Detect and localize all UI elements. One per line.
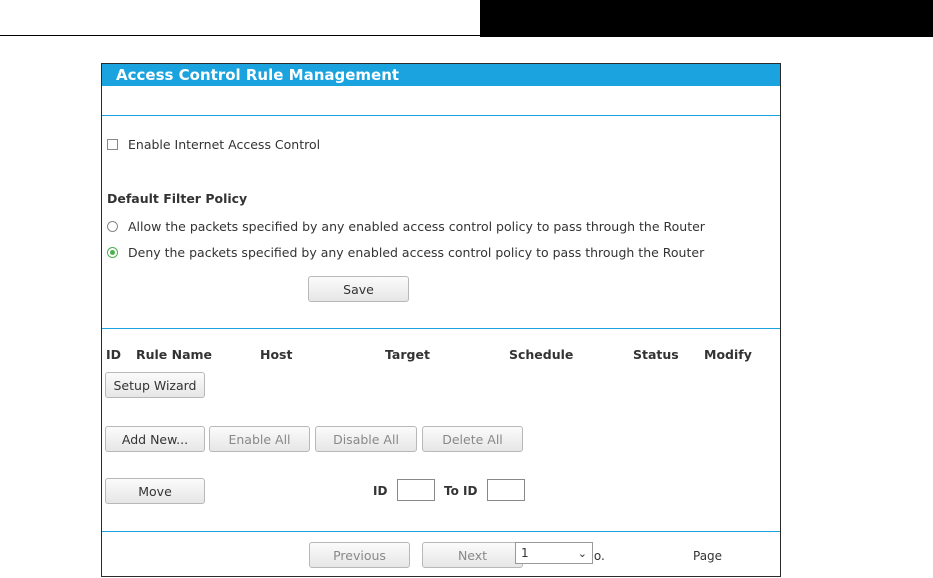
default-filter-policy-heading: Default Filter Policy xyxy=(107,191,248,206)
previous-button[interactable]: Previous xyxy=(309,542,410,568)
deny-policy-row: Deny the packets specified by any enable… xyxy=(107,245,704,260)
access-control-panel: Access Control Rule Management Enable In… xyxy=(101,63,781,577)
delete-all-button[interactable]: Delete All xyxy=(422,426,523,452)
deny-policy-label: Deny the packets specified by any enable… xyxy=(128,245,705,260)
enable-row: Enable Internet Access Control xyxy=(107,137,320,152)
top-dark-bar xyxy=(480,0,933,37)
page-label: Page xyxy=(693,549,723,563)
add-new-button[interactable]: Add New... xyxy=(105,426,205,452)
panel-divider xyxy=(102,115,780,116)
move-to-id-label: To ID xyxy=(444,484,478,498)
move-button[interactable]: Move xyxy=(105,478,205,504)
column-header-schedule: Schedule xyxy=(509,347,574,362)
move-id-label: ID xyxy=(373,484,388,498)
enable-access-control-label: Enable Internet Access Control xyxy=(128,137,321,152)
column-header-modify: Modify xyxy=(704,347,752,362)
deny-policy-radio[interactable] xyxy=(107,247,118,258)
move-to-id-input[interactable] xyxy=(487,479,525,501)
next-button[interactable]: Next xyxy=(422,542,523,568)
enable-access-control-checkbox[interactable] xyxy=(107,139,118,150)
panel-divider xyxy=(102,328,780,329)
disable-all-button[interactable]: Disable All xyxy=(315,426,417,452)
current-page-select[interactable]: 1 ⌄ xyxy=(515,542,593,564)
allow-policy-label: Allow the packets specified by any enabl… xyxy=(128,219,705,234)
enable-all-button[interactable]: Enable All xyxy=(209,426,310,452)
chevron-down-icon: ⌄ xyxy=(577,546,587,560)
column-header-status: Status xyxy=(633,347,679,362)
current-page-value: 1 xyxy=(521,546,529,560)
allow-policy-radio[interactable] xyxy=(107,221,118,232)
column-header-id: ID xyxy=(106,347,122,362)
allow-policy-row: Allow the packets specified by any enabl… xyxy=(107,219,705,234)
top-divider xyxy=(0,35,482,36)
panel-divider xyxy=(102,531,780,532)
setup-wizard-button[interactable]: Setup Wizard xyxy=(105,372,205,398)
panel-title: Access Control Rule Management xyxy=(102,64,780,86)
column-header-rule-name: Rule Name xyxy=(136,347,213,362)
move-id-input[interactable] xyxy=(397,479,435,501)
save-button[interactable]: Save xyxy=(308,276,409,302)
filter-heading-row: Default Filter Policy xyxy=(107,191,247,206)
column-header-host: Host xyxy=(260,347,293,362)
column-header-target: Target xyxy=(385,347,430,362)
